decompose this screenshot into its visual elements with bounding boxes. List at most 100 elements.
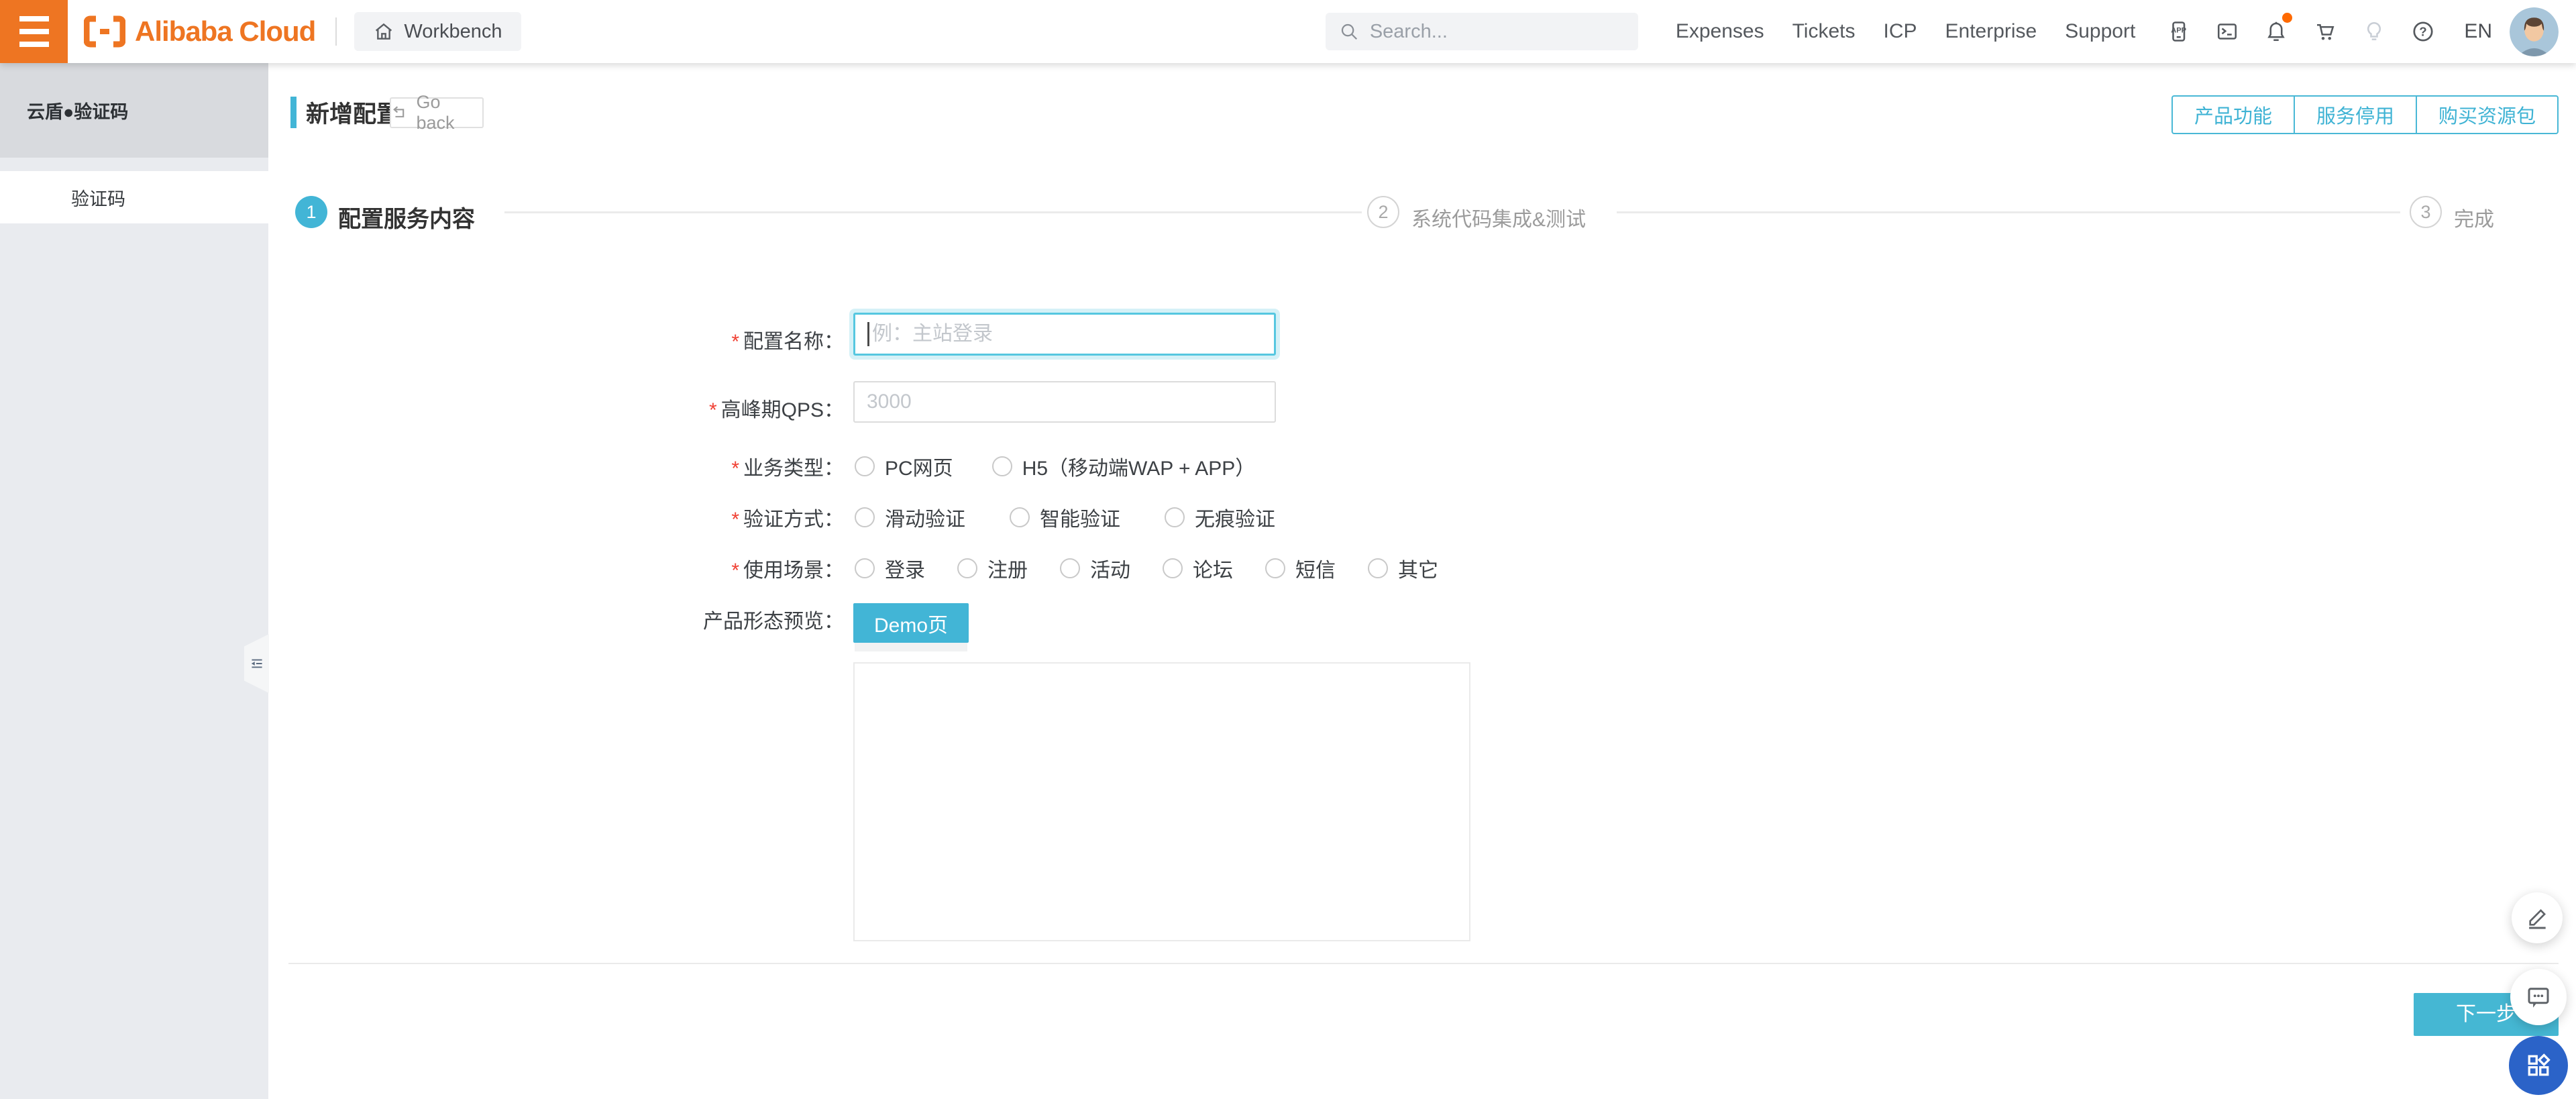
workbench-label: Workbench (404, 20, 502, 42)
search-box[interactable]: Search... (1325, 13, 1638, 50)
app-grid-fab[interactable] (2509, 1036, 2568, 1095)
svg-text:?: ? (2420, 25, 2427, 39)
radio-traceless-verify[interactable] (1165, 507, 1185, 527)
pencil-icon (2529, 909, 2546, 929)
collapse-menu-icon (251, 659, 262, 668)
nav-right: Search... Expenses Tickets ICP Enterpris… (1325, 7, 2576, 56)
home-icon (376, 23, 392, 40)
return-arrow-icon (393, 106, 405, 117)
hamburger-menu-button[interactable] (0, 0, 68, 63)
nav-link-expenses[interactable]: Expenses (1676, 20, 1764, 43)
step-2-label: 系统代码集成&测试 (1411, 209, 1587, 231)
help-icon[interactable]: ? (2411, 19, 2435, 44)
feedback-edit-fab[interactable] (2512, 892, 2563, 943)
nav-icons: APP ? EN (2166, 13, 2492, 44)
radio-register-label[interactable]: 注册 (987, 554, 1028, 583)
avatar[interactable] (2510, 7, 2559, 56)
page-title: 新增配置 (306, 101, 400, 127)
radio-login-label[interactable]: 登录 (885, 554, 925, 583)
radio-activity[interactable] (1060, 558, 1080, 578)
main-content: 新增配置 Go back 产品功能 服务停用 购买资源包 1 配置服务内容 2 … (268, 63, 2576, 1099)
radio-slide-verify-label[interactable]: 滑动验证 (885, 503, 965, 532)
radio-register[interactable] (957, 558, 977, 578)
radio-forum[interactable] (1163, 558, 1183, 578)
shopping-cart-icon[interactable] (2313, 19, 2337, 44)
config-name-input-field[interactable] (872, 323, 1262, 346)
demo-button-shadow (855, 643, 967, 651)
alibaba-cloud-logo[interactable]: Alibaba Cloud (84, 15, 316, 48)
nav-links: Expenses Tickets ICP Enterprise Support (1676, 20, 2135, 43)
step-1-circle: 1 (295, 196, 327, 228)
radio-other[interactable] (1368, 558, 1388, 578)
radio-slide-verify[interactable] (855, 507, 875, 527)
usage-scene-options: 登录 注册 活动 论坛 短信 其它 (855, 554, 1438, 583)
nav-link-tickets[interactable]: Tickets (1792, 20, 1856, 43)
radio-other-label[interactable]: 其它 (1398, 554, 1438, 583)
app-grid-icon (2528, 1053, 2551, 1076)
peak-qps-input[interactable] (853, 381, 1276, 423)
business-type-options: PC网页 H5（移动端WAP + APP） (855, 452, 1255, 481)
sidebar: 云盾●验证码 验证码 (0, 63, 268, 1099)
alibaba-cloud-logo-icon (84, 15, 125, 48)
workbench-button[interactable]: Workbench (354, 12, 521, 51)
required-mark: * (731, 331, 739, 353)
radio-activity-label[interactable]: 活动 (1090, 554, 1130, 583)
step-1-label: 配置服务内容 (338, 207, 475, 232)
config-name-input[interactable] (853, 313, 1276, 356)
step-3-label: 完成 (2454, 209, 2494, 231)
language-selector[interactable]: EN (2464, 20, 2492, 43)
section-divider (288, 963, 2559, 964)
verify-method-options: 滑动验证 智能验证 无痕验证 (855, 503, 1275, 532)
peak-qps-input-field[interactable] (867, 390, 1263, 413)
mobile-app-icon[interactable]: APP (2166, 19, 2190, 44)
radio-traceless-verify-label[interactable]: 无痕验证 (1195, 503, 1275, 532)
lightbulb-icon[interactable] (2362, 19, 2386, 44)
usage-scene-label: * 使用场景： (731, 560, 844, 582)
demo-page-button[interactable]: Demo页 (853, 603, 969, 643)
chat-bubble-icon (2528, 988, 2549, 1008)
search-placeholder: Search... (1369, 20, 1448, 42)
nav-link-enterprise[interactable]: Enterprise (1945, 20, 2037, 43)
svg-text:APP: APP (2171, 27, 2187, 35)
go-back-label: Go back (416, 92, 455, 133)
sidebar-product-title: 云盾●验证码 (0, 63, 268, 158)
buy-resource-pack-button[interactable]: 购买资源包 (2415, 95, 2559, 134)
product-preview-label: 产品形态预览： (703, 611, 844, 633)
config-name-label: * 配置名称： (731, 331, 844, 353)
top-nav: Alibaba Cloud Workbench Search... Expens… (0, 0, 2576, 63)
hamburger-icon (19, 16, 49, 21)
radio-login[interactable] (855, 558, 875, 578)
service-disable-button[interactable]: 服务停用 (2293, 95, 2417, 134)
step-3-circle: 3 (2410, 196, 2442, 228)
radio-h5-label[interactable]: H5（移动端WAP + APP） (1022, 452, 1256, 481)
radio-sms-label[interactable]: 短信 (1295, 554, 1336, 583)
step-2-circle: 2 (1367, 196, 1399, 228)
nav-separator (335, 17, 337, 46)
console-terminal-icon[interactable] (2215, 19, 2239, 44)
radio-forum-label[interactable]: 论坛 (1193, 554, 1233, 583)
chat-feedback-fab[interactable] (2510, 969, 2567, 1025)
product-preview-box (853, 662, 1470, 941)
radio-sms[interactable] (1265, 558, 1285, 578)
step-connector-2 (1617, 211, 2400, 213)
go-back-button[interactable]: Go back (390, 92, 484, 133)
radio-smart-verify-label[interactable]: 智能验证 (1040, 503, 1120, 532)
radio-pc-web-label[interactable]: PC网页 (885, 452, 953, 481)
search-icon (1341, 23, 1357, 40)
peak-qps-label: * 高峰期QPS： (708, 399, 844, 421)
notifications-bell-icon[interactable] (2264, 13, 2293, 44)
header-actions: 产品功能 服务停用 购买资源包 (2171, 95, 2559, 134)
title-accent-bar (290, 97, 297, 128)
radio-pc-web[interactable] (855, 456, 875, 476)
verify-method-label: * 验证方式： (731, 509, 844, 531)
nav-link-icp[interactable]: ICP (1883, 20, 1917, 43)
business-type-label: * 业务类型： (731, 458, 844, 480)
product-features-button[interactable]: 产品功能 (2171, 95, 2295, 134)
logo-text: Alibaba Cloud (135, 15, 316, 47)
nav-link-support[interactable]: Support (2065, 20, 2135, 43)
notification-badge-dot (2282, 13, 2293, 23)
radio-h5[interactable] (991, 456, 1012, 476)
sidebar-item-captcha[interactable]: 验证码 (0, 171, 268, 223)
text-caret (867, 322, 869, 346)
radio-smart-verify[interactable] (1010, 507, 1030, 527)
